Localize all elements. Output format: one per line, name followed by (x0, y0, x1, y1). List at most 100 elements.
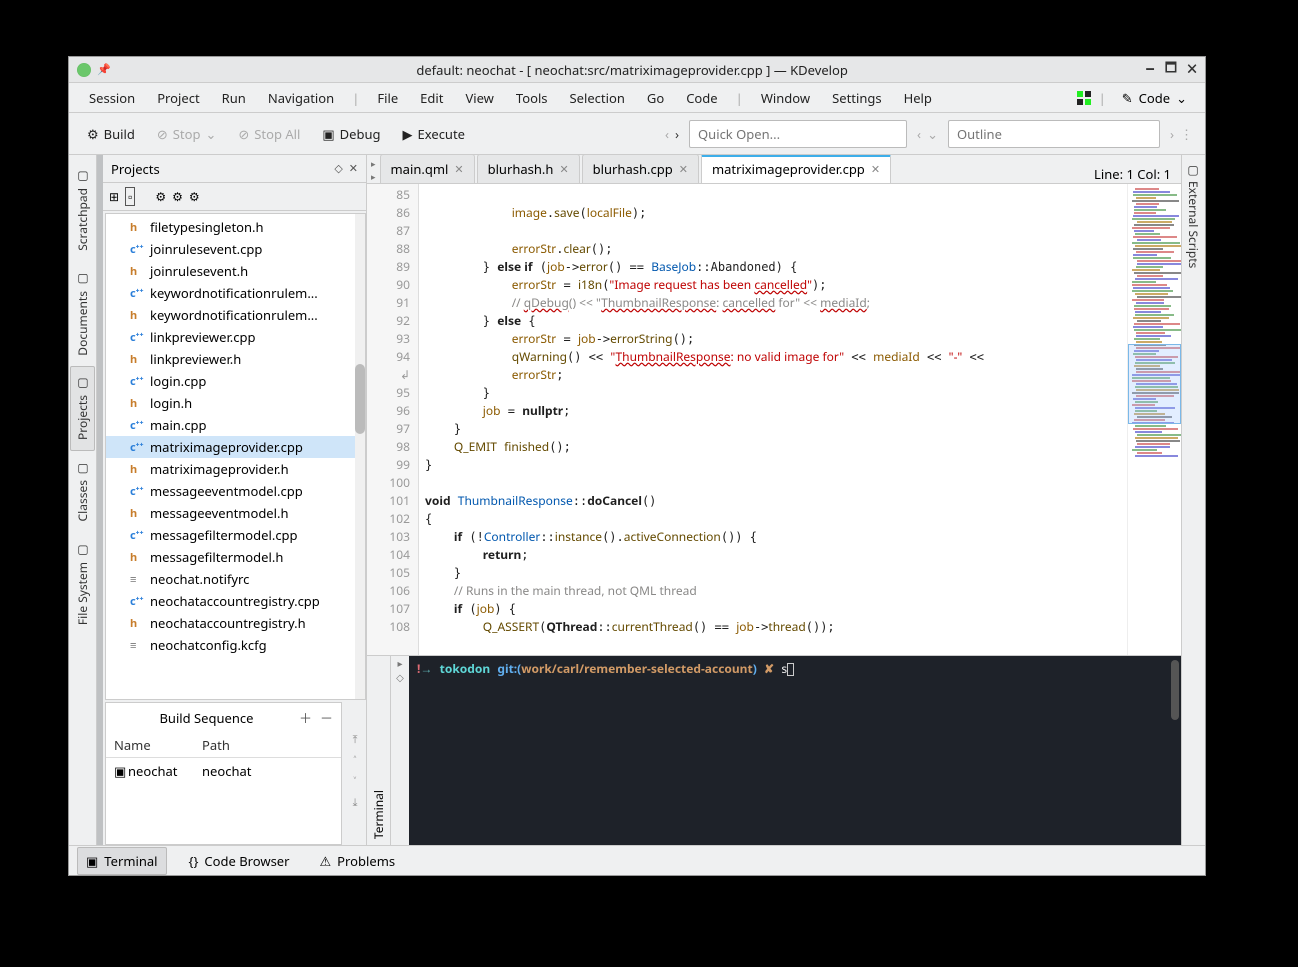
terminal-tab[interactable]: Terminal (367, 784, 390, 845)
build-table-row[interactable]: ▣ neochat neochat (106, 758, 341, 784)
minimap[interactable] (1127, 184, 1181, 655)
file-row[interactable]: c⁺⁺joinrulesevent.cpp (106, 238, 365, 260)
quick-open-input[interactable] (689, 120, 907, 148)
editor-tab[interactable]: blurhash.h✕ (477, 155, 580, 183)
close-icon[interactable]: ✕ (559, 162, 568, 177)
move-bottom-icon[interactable]: ⤓ (353, 795, 358, 810)
editor-tab[interactable]: matriximageprovider.cpp✕ (701, 155, 891, 183)
move-down-icon[interactable]: ˅ (353, 774, 356, 789)
bottom-tab-code-browser[interactable]: {}Code Browser (181, 848, 298, 874)
execute-button[interactable]: ▶Execute (397, 125, 471, 143)
menu-project[interactable]: Project (147, 89, 209, 107)
file-row[interactable]: c⁺⁺messagefiltermodel.cpp (106, 524, 365, 546)
terminal-body[interactable]: !→ tokodon git:(work/carl/remember-selec… (409, 656, 1181, 845)
file-row[interactable]: ≡neochatconfig.kcfg (106, 634, 365, 656)
maximize-button[interactable]: 🗖 (1165, 58, 1177, 81)
menu-code[interactable]: Code (676, 89, 727, 107)
minimize-button[interactable]: 🗕 (1146, 58, 1155, 81)
file-icon: ≡ (130, 638, 144, 653)
menu-navigation[interactable]: Navigation (258, 89, 344, 107)
code-mode-chip[interactable]: ✎ Code ⌄ (1114, 89, 1195, 107)
tree-icon[interactable]: ⊞ (109, 188, 119, 205)
close-button[interactable]: 🗙 (1187, 58, 1197, 81)
file-row[interactable]: hneochataccountregistry.h (106, 612, 365, 634)
outline-fwd-icon[interactable]: ⌄ (927, 125, 938, 143)
menu-edit[interactable]: Edit (410, 89, 453, 107)
file-row[interactable]: c⁺⁺neochataccountregistry.cpp (106, 590, 365, 612)
titlebar: 📌 default: neochat - [ neochat:src/matri… (69, 57, 1205, 83)
rail-classes[interactable]: Classes ▢ (70, 451, 95, 532)
debug-button[interactable]: ▣Debug (316, 125, 386, 143)
file-row[interactable]: hmessageeventmodel.h (106, 502, 365, 524)
build-seq-title: Build Sequence (114, 709, 299, 727)
rail-scratchpad[interactable]: Scratchpad ▢ (70, 159, 95, 262)
menu-window[interactable]: Window (751, 89, 820, 107)
file-row[interactable]: c⁺⁺login.cpp (106, 370, 365, 392)
pin-icon[interactable]: 📌 (97, 62, 111, 77)
editor-tab[interactable]: main.qml✕ (380, 155, 475, 183)
file-row[interactable]: hmatriximageprovider.h (106, 458, 365, 480)
rail-filesystem[interactable]: File System ▢ (70, 533, 95, 636)
file-row[interactable]: hlogin.h (106, 392, 365, 414)
menu-help[interactable]: Help (894, 89, 942, 107)
menu-file[interactable]: File (367, 89, 408, 107)
file-row[interactable]: hkeywordnotificationrulem... (106, 304, 365, 326)
file-row[interactable]: hfiletypesingleton.h (106, 216, 365, 238)
stop-button[interactable]: ⊘Stop⌄ (151, 125, 223, 143)
nav-back-icon[interactable]: ‹ (665, 125, 669, 143)
braces-icon: {} (189, 852, 199, 870)
file-row[interactable]: ≡neochat.notifyrc (106, 568, 365, 590)
gear-icon[interactable]: ⚙ (189, 188, 200, 205)
file-row[interactable]: c⁺⁺keywordnotificationrulem... (106, 282, 365, 304)
fold-toggles[interactable]: ▸▸ (367, 157, 380, 183)
file-row[interactable]: c⁺⁺messageeventmodel.cpp (106, 480, 365, 502)
outline-back-icon[interactable]: ‹ (917, 125, 921, 143)
editor-tab[interactable]: blurhash.cpp✕ (582, 155, 699, 183)
close-icon[interactable]: ✕ (349, 161, 358, 176)
rail-projects[interactable]: Projects ▢ (70, 366, 95, 451)
file-row[interactable]: hmessagefiltermodel.h (106, 546, 365, 568)
scrollbar[interactable] (1171, 660, 1179, 720)
bottom-tab-problems[interactable]: ⚠Problems (312, 848, 404, 874)
rail-documents[interactable]: Documents ▢ (70, 262, 95, 367)
nav-fwd-icon[interactable]: › (675, 125, 679, 143)
menu-session[interactable]: Session (79, 89, 145, 107)
apps-icon[interactable] (1077, 91, 1091, 105)
close-icon[interactable]: ✕ (679, 162, 688, 177)
stop-all-button[interactable]: ⊘Stop All (232, 125, 306, 143)
outline-menu-icon[interactable]: ⋮ (1180, 125, 1193, 143)
menu-tools[interactable]: Tools (506, 89, 558, 107)
close-icon[interactable]: ✕ (871, 162, 880, 177)
rail-external-scripts[interactable]: ▢ External Scripts (1182, 155, 1205, 276)
scrollbar[interactable] (355, 214, 365, 699)
outline-input[interactable] (948, 120, 1160, 148)
file-name: messagefiltermodel.h (150, 548, 283, 566)
code-editor[interactable]: 85868788899091929394↲9596979899100101102… (367, 183, 1181, 655)
file-row[interactable]: c⁺⁺linkpreviewer.cpp (106, 326, 365, 348)
outline-next-icon[interactable]: › (1170, 125, 1174, 143)
close-icon[interactable]: ✕ (454, 162, 463, 177)
menu-settings[interactable]: Settings (822, 89, 891, 107)
gear-icon[interactable]: ⚙ (155, 188, 166, 205)
add-icon[interactable]: ＋ (299, 708, 312, 727)
file-name: messageeventmodel.h (150, 504, 289, 522)
menu-go[interactable]: Go (637, 89, 674, 107)
file-tree[interactable]: hfiletypesingleton.hc⁺⁺joinrulesevent.cp… (105, 213, 366, 700)
file-row[interactable]: hlinkpreviewer.h (106, 348, 365, 370)
bottom-tab-terminal[interactable]: ▣Terminal (77, 847, 167, 875)
move-top-icon[interactable]: ⤒ (353, 732, 358, 747)
file-row[interactable]: c⁺⁺matriximageprovider.cpp (106, 436, 365, 458)
gear-icon[interactable]: ⚙ (172, 188, 183, 205)
menu-run[interactable]: Run (212, 89, 256, 107)
menu-view[interactable]: View (455, 89, 503, 107)
code-content[interactable]: image.save(localFile); errorStr.clear();… (419, 184, 1127, 655)
menu-selection[interactable]: Selection (560, 89, 635, 107)
remove-icon[interactable]: － (320, 708, 333, 727)
header-file-icon: h (130, 396, 144, 411)
move-up-icon[interactable]: ˄ (353, 753, 356, 768)
diamond-icon[interactable]: ◇ (334, 161, 342, 176)
file-row[interactable]: c⁺⁺main.cpp (106, 414, 365, 436)
build-button[interactable]: ⚙Build (81, 125, 141, 143)
file-row[interactable]: hjoinrulesevent.h (106, 260, 365, 282)
box-icon[interactable]: ▫ (125, 187, 135, 206)
